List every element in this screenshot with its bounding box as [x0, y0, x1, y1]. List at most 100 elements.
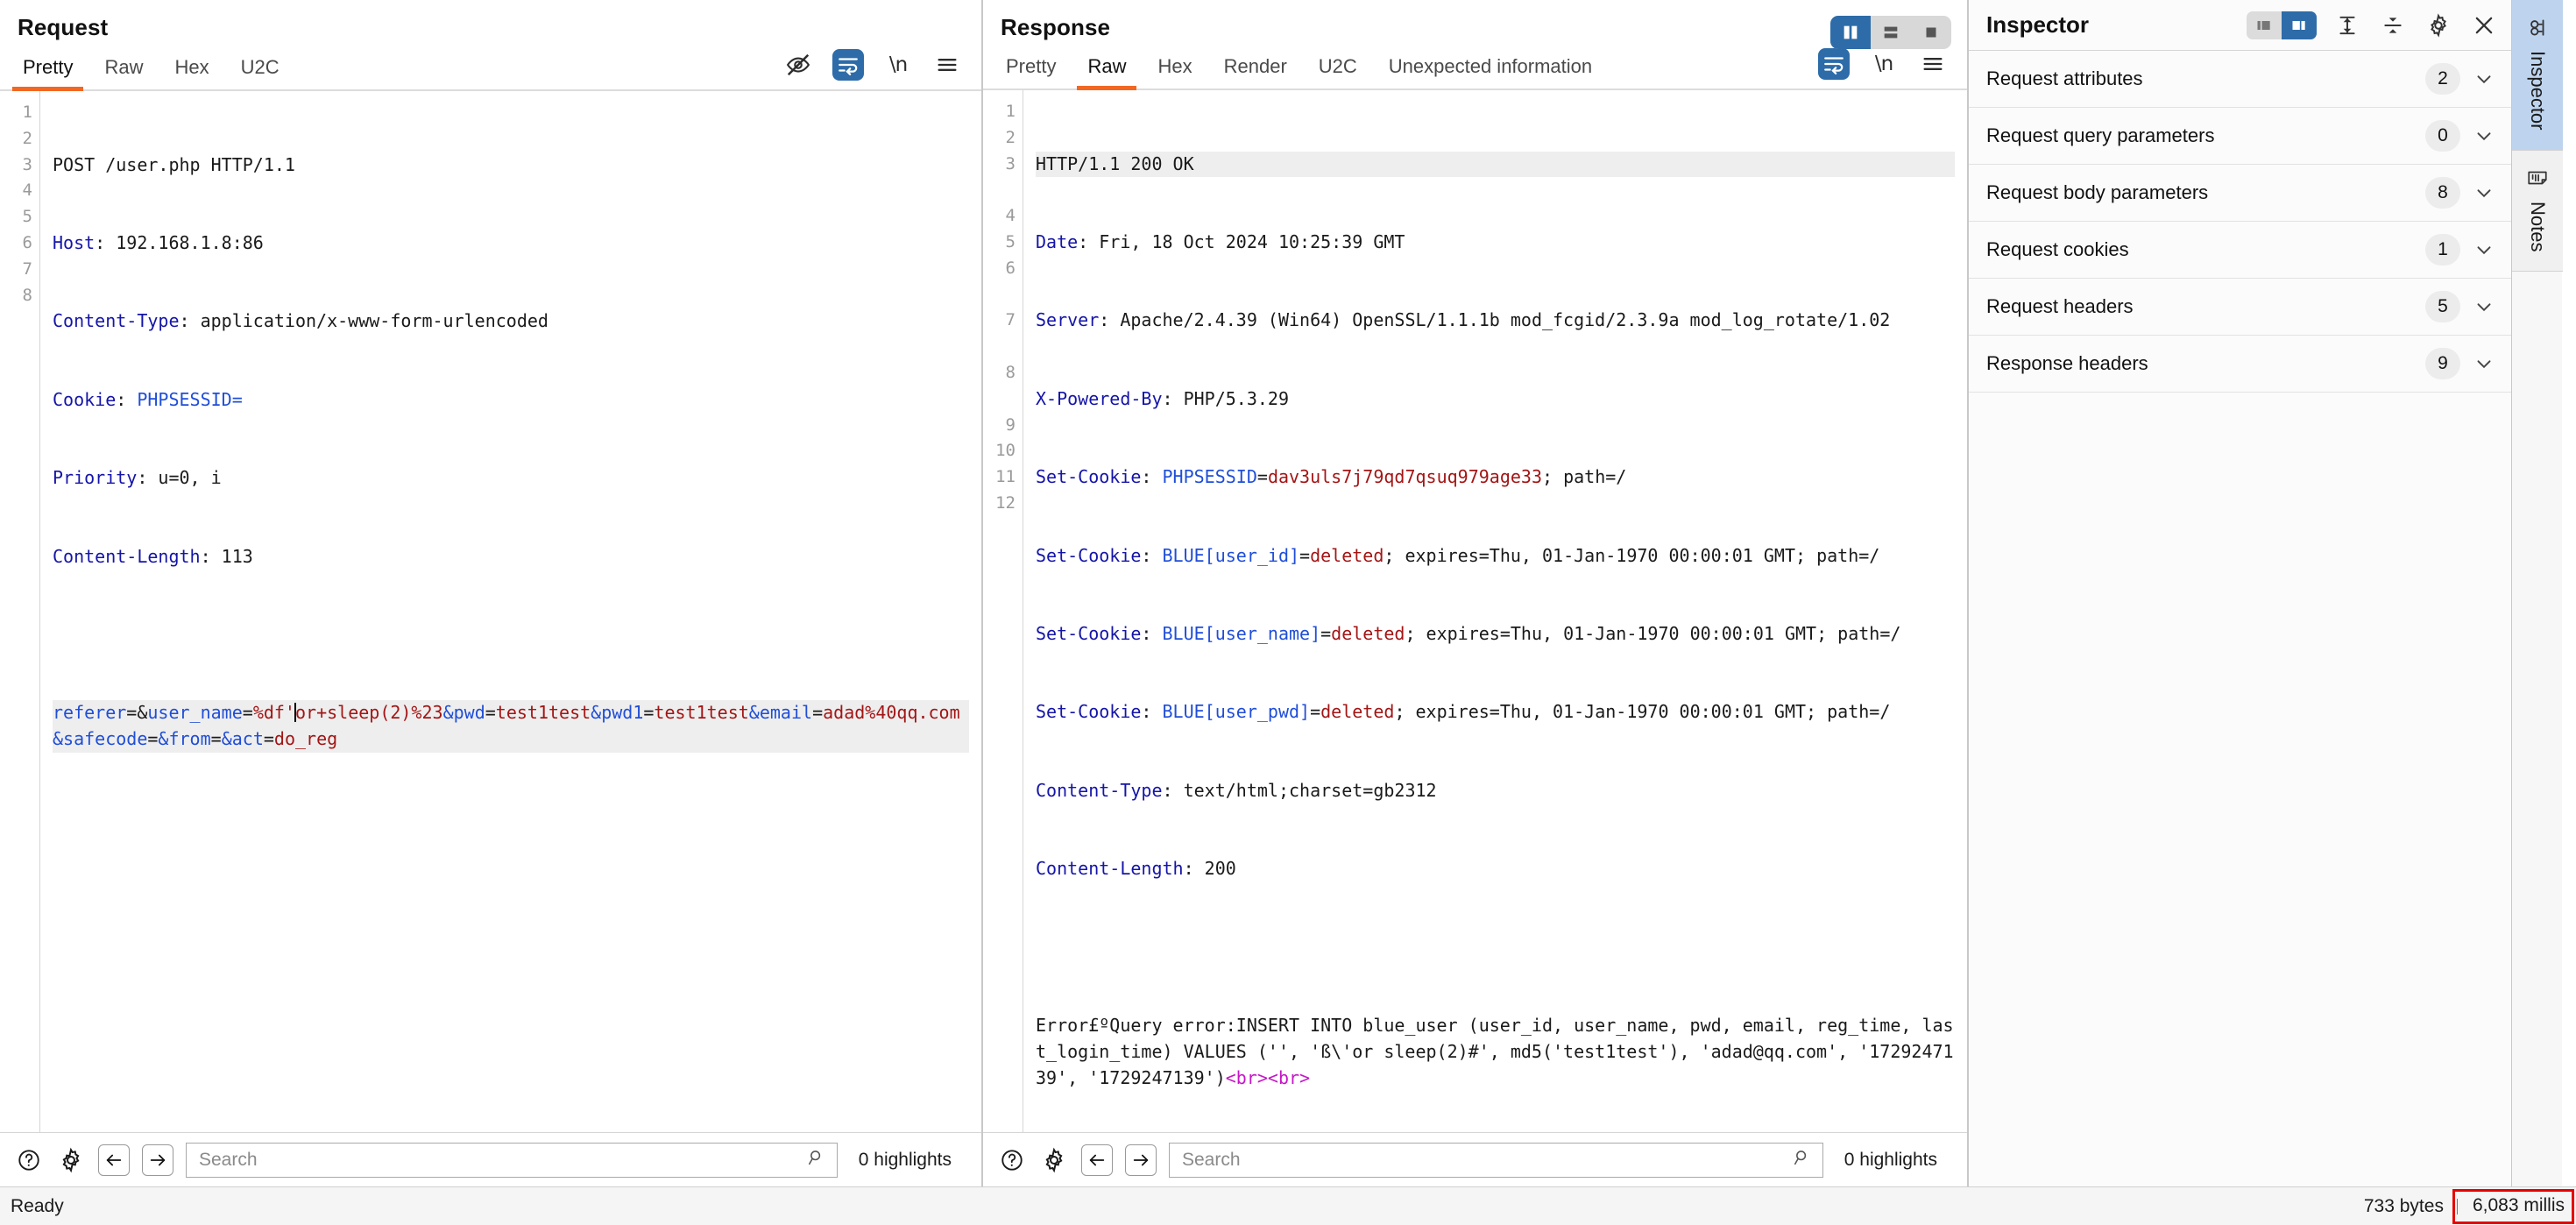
close-icon[interactable] — [2469, 11, 2499, 40]
rail-filler — [2512, 271, 2562, 1186]
response-status-line: HTTP/1.1 200 OK — [1036, 151, 1955, 178]
inspector-section-request-query-parameters[interactable]: Request query parameters 0 — [1969, 108, 2511, 165]
hide-icon[interactable] — [783, 50, 813, 80]
rail-tab-notes[interactable]: Notes — [2512, 150, 2563, 272]
request-body-line[interactable]: referer=&user_name=%df'or+sleep(2)%23&pw… — [53, 700, 969, 753]
inspector-section-response-headers[interactable]: Response headers 9 — [1969, 336, 2511, 393]
line-number: 3 — [1005, 153, 1016, 173]
response-editor[interactable]: 1 2 3 . 4 5 6 . 7 . 8 . 9 10 11 12 — [983, 90, 1967, 1132]
settings-gear-icon[interactable] — [56, 1145, 86, 1175]
chevron-down-icon[interactable] — [2473, 352, 2495, 375]
layout-right-icon[interactable] — [2282, 11, 2317, 39]
word-wrap-icon[interactable] — [832, 49, 864, 81]
header-value: PHPSESSID= — [126, 388, 243, 410]
chevron-down-icon[interactable] — [2473, 181, 2495, 204]
layout-horizontal-split-icon[interactable] — [1871, 16, 1911, 49]
status-millis: 6,083 millis — [2472, 1195, 2565, 1215]
request-tab-raw[interactable]: Raw — [88, 51, 159, 89]
settings-gear-icon[interactable] — [2424, 11, 2453, 40]
rail-tab-inspector[interactable]: Inspector — [2512, 0, 2563, 151]
line-number: 2 — [1005, 127, 1016, 147]
inspector-section-request-attributes[interactable]: Request attributes 2 — [1969, 51, 2511, 108]
chevron-down-icon[interactable] — [2473, 238, 2495, 261]
newline-icon[interactable]: \n — [883, 50, 913, 80]
header-value: Fri, 18 Oct 2024 10:25:39 GMT — [1088, 231, 1405, 253]
body-sep: =& — [126, 702, 148, 724]
request-line-4: Cookie: PHPSESSID= — [53, 388, 243, 410]
response-code[interactable]: HTTP/1.1 200 OK Date: Fri, 18 Oct 2024 1… — [1023, 90, 1967, 1132]
request-tabstrip: Pretty Raw Hex U2C \n — [0, 46, 981, 91]
line-number: 6 — [1005, 258, 1016, 278]
request-tab-u2c[interactable]: U2C — [225, 51, 295, 89]
status-right-group: 733 bytes 6,083 millis — [2364, 1187, 2576, 1225]
request-code[interactable]: POST /user.php HTTP/1.1 Host: 192.168.1.… — [40, 91, 981, 1132]
inspector-section-request-headers[interactable]: Request headers 5 — [1969, 279, 2511, 336]
cookie-eq: = — [1310, 701, 1321, 723]
header-value: u=0, i — [147, 467, 222, 489]
layout-single-pane-icon[interactable] — [1911, 16, 1951, 49]
response-tab-pretty[interactable]: Pretty — [990, 50, 1072, 89]
menu-icon[interactable] — [1918, 49, 1948, 79]
request-tab-hex[interactable]: Hex — [159, 51, 224, 89]
response-tab-unexpected-information[interactable]: Unexpected information — [1373, 50, 1608, 89]
response-header-server: Server: Apache/2.4.39 (Win64) OpenSSL/1.… — [1036, 309, 1891, 331]
section-label: Request query parameters — [1986, 124, 2215, 146]
request-tab-pretty[interactable]: Pretty — [7, 51, 88, 91]
search-next-button[interactable] — [1125, 1144, 1157, 1176]
header-value: text/html;charset=gb2312 — [1172, 779, 1437, 801]
panel-layout-toggle[interactable] — [1830, 16, 1951, 49]
response-set-cookie-phpsessid: Set-Cookie: PHPSESSID=dav3uls7j79qd7qsuq… — [1036, 466, 1627, 488]
menu-icon[interactable] — [932, 50, 962, 80]
inspector-section-request-cookies[interactable]: Request cookies 1 — [1969, 222, 2511, 279]
response-blank-line — [1036, 935, 1955, 961]
body-param-value: test1test — [654, 702, 749, 724]
response-tab-hex[interactable]: Hex — [1142, 50, 1207, 89]
cookie-key: BLUE[user_name] — [1151, 623, 1321, 645]
request-editor[interactable]: 1 2 3 4 5 6 7 8 POST /user.php HTTP/1.1 … — [0, 91, 981, 1132]
response-searchbar: 0 highlights — [983, 1132, 1967, 1186]
layout-vertical-split-icon[interactable] — [1830, 16, 1871, 49]
cookie-eq: = — [1256, 466, 1268, 488]
inspector-section-request-body-parameters[interactable]: Request body parameters 8 — [1969, 165, 2511, 222]
layout-left-icon[interactable] — [2247, 11, 2282, 39]
body-param-name: pwd1 — [601, 702, 644, 724]
response-search-field[interactable] — [1169, 1142, 1823, 1178]
search-input[interactable] — [1180, 1148, 1793, 1172]
body-param-value: %df' — [252, 702, 295, 724]
response-panel: Response Pretty Raw Hex Render U2C Unexp… — [983, 0, 1968, 1186]
inspector-panel: Inspector Request attributes 2 Request q… — [1968, 0, 2511, 1186]
notes-document-icon — [2526, 166, 2549, 189]
help-icon[interactable] — [14, 1145, 44, 1175]
help-icon[interactable] — [997, 1145, 1027, 1175]
search-prev-button[interactable] — [1081, 1144, 1113, 1176]
inspector-layout-toggle[interactable] — [2247, 11, 2317, 39]
response-tab-render[interactable]: Render — [1208, 50, 1303, 89]
body-param-name: act — [231, 728, 264, 750]
header-name: Cookie — [53, 388, 117, 410]
inspector-sections: Request attributes 2 Request query param… — [1969, 51, 2511, 1186]
chevron-down-icon[interactable] — [2473, 295, 2495, 318]
word-wrap-icon[interactable] — [1818, 48, 1850, 81]
header-value: 192.168.1.8:86 — [105, 231, 264, 253]
settings-gear-icon[interactable] — [1039, 1145, 1069, 1175]
search-prev-button[interactable] — [98, 1144, 130, 1176]
response-panel-title: Response — [1001, 14, 1111, 40]
search-next-button[interactable] — [142, 1144, 173, 1176]
chevron-down-icon[interactable] — [2473, 124, 2495, 147]
cookie-value: deleted — [1331, 623, 1405, 645]
response-tab-u2c[interactable]: U2C — [1303, 50, 1373, 89]
response-tab-raw[interactable]: Raw — [1072, 50, 1142, 91]
response-set-cookie-user-id: Set-Cookie: BLUE[user_id]=deleted; expir… — [1036, 544, 1880, 566]
body-sep: & — [748, 702, 760, 724]
body-param-name: pwd — [453, 702, 485, 724]
search-input[interactable] — [197, 1148, 807, 1172]
chevron-down-icon[interactable] — [2473, 67, 2495, 90]
request-tab-tools: \n — [783, 49, 981, 89]
newline-icon[interactable]: \n — [1869, 49, 1899, 79]
collapse-all-icon[interactable] — [2378, 11, 2408, 40]
response-highlight-count: 0 highlights — [1844, 1149, 1937, 1170]
line-number: 7 — [22, 258, 32, 279]
expand-all-icon[interactable] — [2332, 11, 2362, 40]
request-search-field[interactable] — [186, 1142, 838, 1178]
html-br-tag: <br> — [1267, 1066, 1311, 1088]
